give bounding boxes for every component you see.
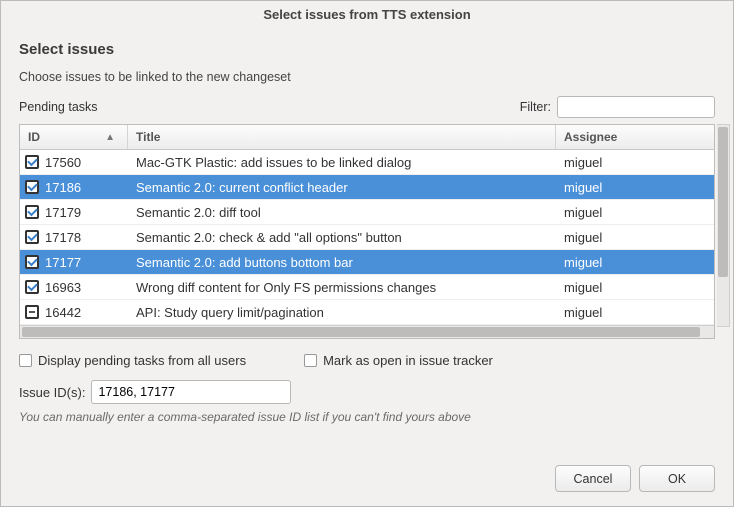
cell-id: 16963 [20,280,128,295]
cell-title: Semantic 2.0: check & add "all options" … [128,230,556,245]
button-bar: Cancel OK [1,455,733,506]
table-row[interactable]: 17186 Semantic 2.0: current conflict head… [20,175,714,200]
row-id-text: 17186 [45,180,81,195]
table-body: 17560 Mac-GTK Plastic: add issues to be l… [20,150,714,325]
row-id-text: 17179 [45,205,81,220]
issue-ids-row: Issue ID(s): [19,380,715,404]
column-assignee-label: Assignee [564,130,617,144]
issues-table: ID ▲ Title Assignee 17560 Mac-GTK Plastic… [19,124,715,339]
pending-tasks-label: Pending tasks [19,100,520,114]
column-header-id[interactable]: ID ▲ [20,125,128,149]
checkbox-row: Display pending tasks from all users Mar… [19,353,715,368]
cell-title: Semantic 2.0: add buttons bottom bar [128,255,556,270]
cell-title: Wrong diff content for Only FS permissio… [128,280,556,295]
cancel-button[interactable]: Cancel [555,465,631,492]
row-checkbox[interactable] [25,230,39,244]
section-heading: Select issues [19,41,715,58]
row-checkbox[interactable] [25,305,39,319]
cell-id: 16442 [20,305,128,320]
row-id-text: 17560 [45,155,81,170]
issue-ids-hint: You can manually enter a comma-separated… [19,410,715,424]
cell-assignee: miguel [556,280,714,295]
row-id-text: 16442 [45,305,81,320]
column-id-label: ID [28,130,40,144]
mark-open-label: Mark as open in issue tracker [323,353,493,368]
cell-assignee: miguel [556,255,714,270]
ok-button[interactable]: OK [639,465,715,492]
table-row[interactable]: 17177 Semantic 2.0: add buttons bottom ba… [20,250,714,275]
row-id-text: 16963 [45,280,81,295]
mark-open-checkbox[interactable] [304,354,317,367]
column-title-label: Title [136,130,160,144]
cell-title: Mac-GTK Plastic: add issues to be linked… [128,155,556,170]
cell-assignee: miguel [556,230,714,245]
cell-assignee: miguel [556,205,714,220]
row-checkbox[interactable] [25,155,39,169]
row-checkbox[interactable] [25,180,39,194]
cell-id: 17178 [20,230,128,245]
options-area: Display pending tasks from all users Mar… [19,353,715,424]
cell-title: Semantic 2.0: current conflict header [128,180,556,195]
cell-id: 17179 [20,205,128,220]
top-row: Pending tasks Filter: [19,96,715,118]
issue-ids-input[interactable] [91,380,291,404]
table-row[interactable]: 17178 Semantic 2.0: check & add "all opti… [20,225,714,250]
row-id-text: 17177 [45,255,81,270]
table-header: ID ▲ Title Assignee [20,125,714,150]
cell-title: API: Study query limit/pagination [128,305,556,320]
cell-id: 17177 [20,255,128,270]
row-checkbox[interactable] [25,205,39,219]
row-checkbox[interactable] [25,280,39,294]
cell-title: Semantic 2.0: diff tool [128,205,556,220]
table-container: ID ▲ Title Assignee 17560 Mac-GTK Plastic… [19,124,715,339]
all-users-label: Display pending tasks from all users [38,353,246,368]
cell-id: 17560 [20,155,128,170]
section-subtext: Choose issues to be linked to the new ch… [19,70,715,84]
table-row[interactable]: 16963 Wrong diff content for Only FS perm… [20,275,714,300]
filter-input[interactable] [557,96,715,118]
column-header-title[interactable]: Title [128,125,556,149]
issue-ids-label: Issue ID(s): [19,385,85,400]
cell-id: 17186 [20,180,128,195]
cell-assignee: miguel [556,155,714,170]
table-row[interactable]: 17179 Semantic 2.0: diff toolmiguel [20,200,714,225]
vertical-scrollbar[interactable] [717,124,730,327]
cell-assignee: miguel [556,305,714,320]
filter-label: Filter: [520,100,551,114]
vertical-scroll-thumb[interactable] [718,127,728,277]
table-row[interactable]: 17560 Mac-GTK Plastic: add issues to be l… [20,150,714,175]
row-checkbox[interactable] [25,255,39,269]
row-id-text: 17178 [45,230,81,245]
horizontal-scroll-thumb[interactable] [22,327,700,337]
window-title: Select issues from TTS extension [1,1,733,29]
dialog-window: Select issues from TTS extension Select … [0,0,734,507]
table-row[interactable]: 16442 API: Study query limit/paginationmi… [20,300,714,325]
horizontal-scrollbar[interactable] [20,325,714,338]
cell-assignee: miguel [556,180,714,195]
column-header-assignee[interactable]: Assignee [556,125,714,149]
all-users-checkbox[interactable] [19,354,32,367]
content-area: Select issues Choose issues to be linked… [1,29,733,455]
sort-indicator-icon: ▲ [105,132,115,143]
